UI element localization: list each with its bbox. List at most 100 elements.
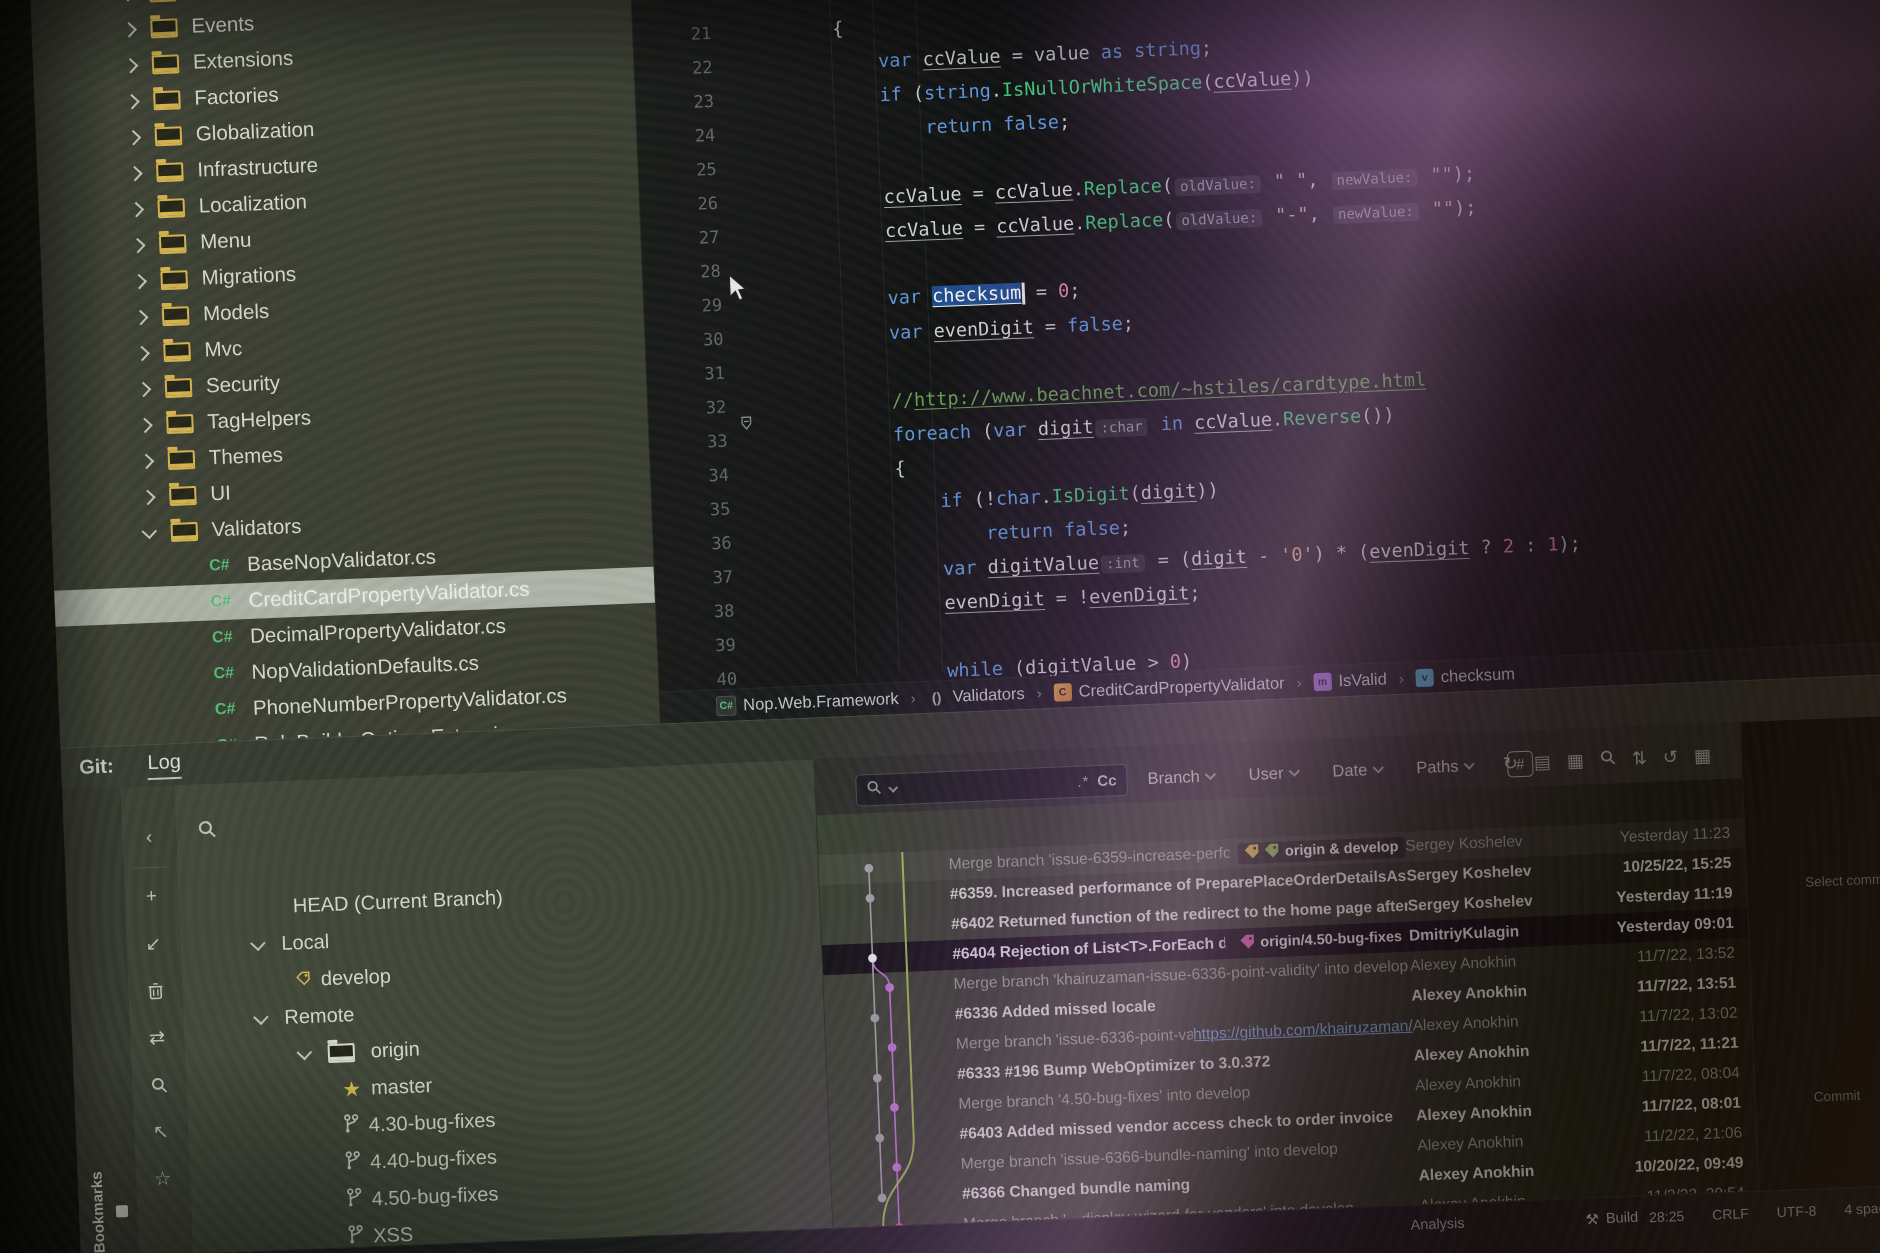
- regex-toggle[interactable]: .*: [1077, 773, 1090, 790]
- line-number: 32: [648, 397, 741, 421]
- collapse-icon[interactable]: ‹: [137, 826, 162, 851]
- incoming-arrow-icon[interactable]: ↙: [141, 932, 166, 957]
- filter-branch[interactable]: Branch: [1147, 767, 1223, 789]
- chevron-right-icon[interactable]: [137, 417, 153, 433]
- code-token: ;: [1200, 37, 1212, 58]
- status-build[interactable]: ⚒ Build: [1585, 1209, 1638, 1229]
- navigate-icon[interactable]: ⇅: [1631, 748, 1647, 770]
- navigate-arrow-icon[interactable]: ↖: [148, 1119, 173, 1144]
- code-token: '0': [1280, 544, 1314, 566]
- find-icon[interactable]: [147, 1072, 172, 1097]
- refresh-icon[interactable]: ↻: [1502, 753, 1518, 775]
- status-widget-28-25[interactable]: 28:25: [1649, 1208, 1685, 1225]
- status-widget-4-spaces[interactable]: 4 spaces: [1844, 1199, 1880, 1217]
- chevron-down-icon[interactable]: [888, 782, 898, 792]
- chevron-right-icon[interactable]: [140, 489, 156, 505]
- settings-grid-icon[interactable]: ▦: [1694, 745, 1712, 767]
- code-token: ,: [1308, 203, 1331, 225]
- chevron-right-icon[interactable]: [130, 237, 146, 253]
- folder-icon: [168, 450, 196, 470]
- line-number: 37: [655, 567, 748, 591]
- ide-window: ControllersEventsExtensionsFactoriesGlob…: [30, 0, 1880, 1253]
- chevron-right-icon[interactable]: [139, 453, 155, 469]
- chevron-right-icon[interactable]: [121, 22, 137, 38]
- tree-item-label: TagHelpers: [207, 406, 312, 434]
- chevron-down-icon[interactable]: [141, 523, 157, 539]
- chevron-right-icon[interactable]: [127, 165, 143, 181]
- chevron-right-icon[interactable]: [133, 309, 149, 325]
- compare-arrows-icon[interactable]: ⇄: [145, 1026, 170, 1051]
- code-token: :: [1514, 534, 1548, 556]
- breadcrumb-label: IsValid: [1338, 670, 1387, 691]
- chevron-right-icon[interactable]: [124, 93, 140, 109]
- commit-date: 11/7/22, 08:04: [1590, 1064, 1755, 1089]
- status-widget-crlf[interactable]: CRLF: [1712, 1205, 1749, 1222]
- code-token: ;: [1122, 313, 1134, 334]
- chevron-right-icon[interactable]: [129, 201, 145, 217]
- chevron-down-icon[interactable]: [253, 1010, 269, 1026]
- code-token: evenDigit: [1089, 583, 1190, 608]
- search-icon[interactable]: [197, 819, 217, 844]
- find-icon[interactable]: [1599, 749, 1616, 771]
- breadcrumb-item-checksum[interactable]: vchecksum: [1415, 665, 1515, 688]
- tree-item-label: NopValidationDefaults.cs: [251, 652, 479, 685]
- chevron-right-icon[interactable]: [123, 57, 139, 73]
- git-branches-panel[interactable]: HEAD (Current Branch)LocaldevelopRemoteo…: [174, 759, 833, 1253]
- branch-icon: [343, 1114, 359, 1140]
- breadcrumb-item-creditcardpropertyvalidator[interactable]: CCreditCardPropertyValidator: [1053, 674, 1285, 702]
- code-token: evenDigit: [1369, 537, 1470, 562]
- code-token: ccValue: [922, 46, 1001, 70]
- filter-date[interactable]: Date: [1332, 760, 1391, 781]
- code-token: as: [1100, 41, 1123, 63]
- chevron-down-icon: [1205, 769, 1216, 780]
- tree-item-label: Controllers: [190, 0, 290, 3]
- commit-list[interactable]: Merge branch 'issue-6359-increase-perfor…: [817, 778, 1759, 1228]
- project-tree[interactable]: ControllersEventsExtensionsFactoriesGlob…: [30, 0, 661, 748]
- tree-item-label: CreditCardPropertyValidator.cs: [248, 578, 530, 613]
- reset-icon[interactable]: ↺: [1663, 747, 1679, 769]
- match-case-toggle[interactable]: Cc: [1097, 772, 1117, 790]
- fold-gutter: [740, 406, 758, 407]
- chevron-right-icon[interactable]: [126, 129, 142, 145]
- code-token: " ": [1273, 170, 1307, 192]
- code-token: //: [891, 390, 914, 412]
- tab-bookmarks[interactable]: Bookmarks: [88, 1171, 129, 1253]
- commit-date: 11/7/22, 13:02: [1587, 1004, 1752, 1029]
- commit-tag[interactable]: origin & develop: [1238, 836, 1406, 864]
- commit-tag[interactable]: origin/4.50-bug-fixes: [1233, 926, 1410, 954]
- chevron-right-icon[interactable]: [120, 0, 136, 1]
- filter-user[interactable]: User: [1248, 763, 1307, 784]
- view-options-icon[interactable]: ▦: [1567, 751, 1585, 773]
- code-token: [1419, 165, 1431, 186]
- code-token: [754, 288, 888, 314]
- favorites-star-icon[interactable]: ☆: [150, 1166, 175, 1191]
- breadcrumb-item-isvalid[interactable]: mIsValid: [1313, 670, 1387, 692]
- chevron-right-icon[interactable]: [131, 273, 147, 289]
- breadcrumb-item-validators[interactable]: ()Validators: [927, 684, 1025, 707]
- code-token: (!: [962, 488, 996, 510]
- delete-icon[interactable]: [143, 979, 168, 1004]
- fold-marker-icon[interactable]: [739, 415, 755, 438]
- tab-log[interactable]: Log: [147, 750, 181, 779]
- add-icon[interactable]: +: [139, 885, 164, 910]
- status-widget-utf-8[interactable]: UTF-8: [1776, 1203, 1816, 1221]
- filter-paths[interactable]: Paths: [1416, 756, 1482, 778]
- commit-search-input[interactable]: .* Cc: [855, 764, 1128, 807]
- code-token: false: [1003, 112, 1060, 135]
- chevron-down-icon[interactable]: [250, 936, 266, 952]
- chevron-right-icon[interactable]: [136, 381, 152, 397]
- chevron-right-icon[interactable]: [134, 345, 150, 361]
- breadcrumb-item-nop-web-framework[interactable]: C#Nop.Web.Framework: [716, 689, 899, 716]
- commit-date: Yesterday 11:23: [1580, 824, 1745, 849]
- code-editor[interactable]: ? ext methods? exposing APIs override bo…: [631, 0, 1880, 724]
- tree-item-label: Migrations: [201, 263, 296, 291]
- status-analysis[interactable]: Analysis: [1410, 1216, 1465, 1234]
- commit-date: Yesterday 09:01: [1584, 914, 1749, 939]
- paint-icon[interactable]: ▤: [1534, 752, 1552, 774]
- code-token: [765, 559, 944, 587]
- commit-link[interactable]: https://github.com/khairuzaman/: [1193, 1018, 1413, 1045]
- commit-rows: Merge branch 'issue-6359-increase-perfor…: [818, 818, 1758, 1228]
- line-number: 34: [651, 465, 744, 489]
- code-token: evenDigit: [933, 317, 1034, 342]
- chevron-down-icon[interactable]: [297, 1045, 313, 1061]
